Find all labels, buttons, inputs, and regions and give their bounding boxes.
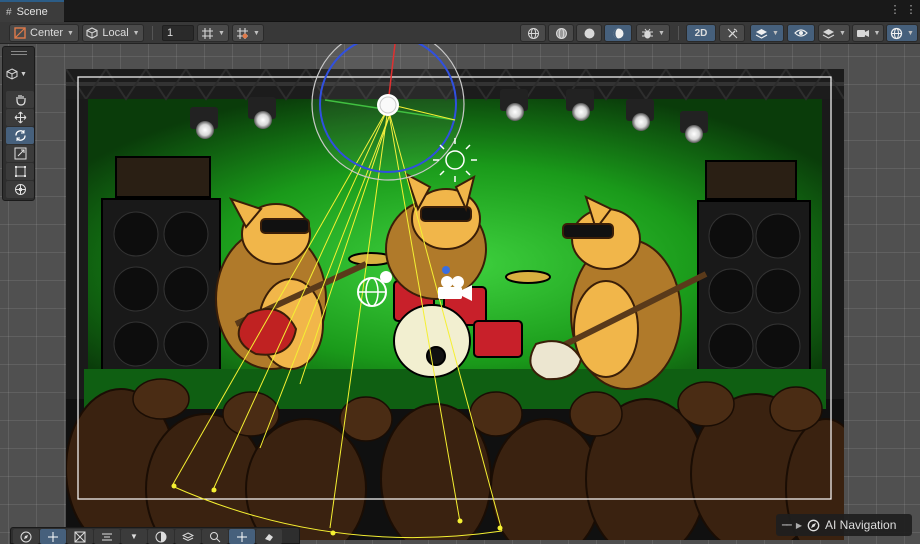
move-tool-button[interactable] [6, 109, 34, 126]
box-fill-button[interactable] [67, 529, 93, 544]
layers-icon [182, 531, 194, 541]
scale-tool-button[interactable] [6, 145, 34, 162]
toolbar-divider [152, 26, 153, 40]
rect-tool-button[interactable] [6, 163, 34, 180]
chevron-down-icon: ▼ [218, 29, 225, 37]
hand-tool-button[interactable] [6, 91, 34, 108]
box-fill-icon [74, 531, 86, 542]
unlit-sphere-icon [613, 28, 623, 38]
eye-icon [794, 29, 808, 37]
chevron-down-icon: ▼ [130, 532, 138, 541]
space-mode-label: Local [102, 27, 129, 39]
bug-icon [642, 28, 654, 38]
space-mode-dropdown[interactable]: Local ▼ [82, 24, 144, 42]
transform-tool-button[interactable] [6, 181, 34, 198]
scene-viewport[interactable] [0, 44, 920, 544]
cube-icon [6, 68, 18, 80]
rotate-tool-icon [14, 130, 26, 141]
navigation-compass-icon [807, 519, 820, 531]
scale-tool-icon [14, 147, 26, 160]
toggle-2d-button[interactable]: 2D [686, 24, 716, 42]
pivot-icon [14, 27, 26, 39]
pan-overlay-button[interactable] [229, 529, 255, 544]
layers-icon [822, 28, 835, 39]
erase-overlay-button[interactable] [256, 529, 282, 544]
camera-gizmo-icon[interactable] [438, 266, 472, 301]
chevron-down-icon: ▼ [839, 29, 846, 37]
shaded-sphere-icon [584, 28, 594, 38]
grid-visibility-icon [237, 27, 249, 39]
search-overlay-button[interactable] [202, 529, 228, 544]
scene-tools-overlay: ▼ [2, 46, 35, 201]
camera-icon [856, 29, 869, 37]
wireframe-sphere-icon [527, 27, 539, 39]
move-icon [48, 531, 58, 542]
rect-tool-icon [14, 166, 26, 177]
align-button[interactable] [94, 529, 120, 544]
scene-camera-dropdown[interactable]: ▼ [852, 24, 884, 42]
unlit-shading-button[interactable] [604, 24, 632, 42]
shaded-button[interactable] [576, 24, 602, 42]
chevron-down-icon: ▼ [658, 29, 665, 37]
spotlight-cone-gizmo[interactable] [171, 107, 503, 539]
scene-effects-dropdown[interactable]: ▼ [750, 24, 784, 42]
layers-dropdown[interactable]: ▼ [818, 24, 850, 42]
gizmos-dropdown[interactable]: ▼ [886, 24, 918, 42]
pan-icon [237, 531, 247, 542]
chevron-down-icon: ▼ [772, 29, 779, 37]
scene-visibility-button[interactable] [787, 24, 815, 42]
wireframe-shading-button[interactable] [520, 24, 546, 42]
tab-scene[interactable]: # Scene [0, 0, 64, 22]
compass-icon [20, 531, 32, 542]
chevron-down-icon: ▼ [67, 29, 74, 37]
pivot-mode-label: Center [30, 27, 64, 39]
move-tool-icon [14, 111, 26, 124]
ai-navigation-label: AI Navigation [825, 518, 897, 532]
chevron-down-icon: ▼ [873, 29, 881, 37]
transform-tool-icon [14, 184, 26, 195]
tool-context-dropdown[interactable]: ▼ [6, 67, 32, 81]
expand-arrow-icon: ▶ [795, 520, 802, 530]
move-overlay-button[interactable] [40, 529, 66, 544]
shaded-wireframe-icon [555, 27, 567, 39]
lighting-toggle-button[interactable] [719, 24, 745, 42]
shading-overlay-button[interactable] [148, 529, 174, 544]
kebab-menu-icon[interactable]: ⋮ [888, 3, 902, 17]
tab-scene-label: Scene [16, 6, 48, 18]
rotate-tool-button[interactable] [6, 127, 34, 144]
ai-navigation-overlay[interactable]: ━━ ▶ AI Navigation [776, 514, 912, 536]
layers-overlay-button[interactable] [175, 529, 201, 544]
compass-button[interactable] [13, 529, 39, 544]
shaded-wireframe-button[interactable] [548, 24, 574, 42]
gizmos-globe-icon [890, 27, 903, 39]
local-space-cube-icon [86, 27, 98, 39]
grid-snap-icon [202, 27, 214, 39]
eraser-icon [265, 533, 273, 541]
close-icon[interactable]: ⋮ [904, 3, 918, 17]
toolbar-divider [678, 26, 679, 40]
hand-tool-icon [15, 95, 26, 106]
tab-bar: # Scene ⋮ ⋮ [0, 0, 920, 22]
scene-grid-icon: # [6, 6, 12, 18]
chevron-down-icon: ▼ [907, 29, 914, 37]
dropdown-overlay-button[interactable]: ▼ [121, 529, 147, 544]
debug-draw-mode-dropdown[interactable]: ▼ [636, 24, 670, 42]
search-icon [210, 531, 221, 542]
half-circle-icon [155, 531, 167, 542]
increment-snap-field[interactable]: 1 [162, 25, 194, 41]
tile-palette-overlay: ▼ [10, 527, 300, 544]
drag-handle[interactable] [11, 51, 27, 55]
grid-snap-button[interactable]: ▼ [197, 24, 229, 42]
chevron-down-icon: ▼ [132, 29, 140, 37]
effects-layers-icon [755, 28, 768, 39]
scene-toolbar: Center ▼ Local ▼ 1 ▼ ▼ ▼ 2D ▼ ▼ ▼ ▼ [0, 22, 920, 44]
pivot-mode-dropdown[interactable]: Center ▼ [9, 24, 79, 42]
drag-handle[interactable]: ━━ [782, 520, 792, 531]
align-icon [102, 533, 112, 540]
lighting-off-icon [727, 28, 737, 38]
chevron-down-icon: ▼ [253, 29, 260, 37]
grid-visibility-button[interactable]: ▼ [232, 24, 264, 42]
chevron-down-icon: ▼ [20, 70, 27, 78]
scene-gizmos-overlay [77, 44, 832, 539]
